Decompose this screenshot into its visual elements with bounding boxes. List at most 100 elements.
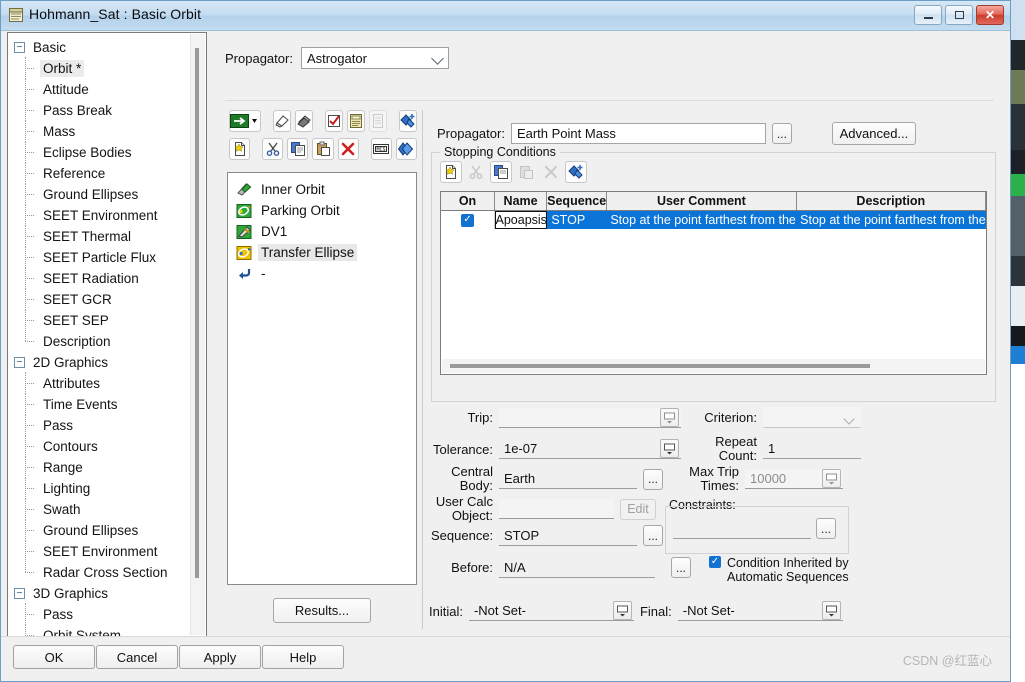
delete-button[interactable] (337, 138, 359, 160)
sidebar-item-seet-environment[interactable]: SEET Environment (14, 204, 206, 226)
mcs-options-button[interactable]: MCS (370, 138, 392, 160)
final-spinner[interactable] (821, 601, 841, 620)
column-header-name[interactable]: Name (495, 192, 548, 210)
cell-user-comment[interactable]: Stop at the point farthest from the orig… (606, 211, 797, 229)
cell-name[interactable]: Apoapsis (495, 211, 548, 229)
sidebar-item-2d-radar-cross-section[interactable]: Radar Cross Section (14, 561, 206, 583)
maximize-button[interactable] (945, 5, 973, 25)
max-trip-times-spinner[interactable] (822, 469, 841, 488)
max-trip-times-field[interactable]: 10000 (745, 469, 843, 489)
list-item[interactable]: - (236, 263, 416, 284)
trip-spinner[interactable] (660, 407, 679, 427)
run-mcs-button[interactable] (229, 110, 261, 132)
results-button[interactable]: Results... (273, 598, 371, 623)
tree-scrollbar-thumb[interactable] (195, 48, 199, 578)
condition-inherited-checkbox[interactable]: ✓ (709, 556, 721, 568)
apply-segment-button[interactable] (395, 138, 417, 160)
column-header-user-comment[interactable]: User Comment (607, 192, 797, 210)
trip-field[interactable] (499, 407, 681, 428)
grid-horizontal-scrollbar[interactable] (442, 359, 985, 373)
collapse-icon[interactable]: − (14, 357, 25, 368)
tree-group-3d-graphics[interactable]: − 3D Graphics (14, 583, 206, 604)
cell-on[interactable]: ✓ (441, 211, 496, 229)
help-button[interactable]: Help (262, 645, 344, 669)
tolerance-spinner[interactable] (660, 439, 679, 458)
sidebar-item-2d-range[interactable]: Range (14, 456, 206, 478)
copy-condition-button[interactable] (490, 161, 512, 183)
sidebar-item-seet-sep[interactable]: SEET SEP (14, 309, 206, 331)
cut-condition-button[interactable] (465, 161, 487, 183)
sidebar-item-pass-break[interactable]: Pass Break (14, 99, 206, 121)
table-row[interactable]: ✓ Apoapsis STOP Stop at the point farthe… (441, 211, 986, 229)
sidebar-item-seet-radiation[interactable]: SEET Radiation (14, 267, 206, 289)
delete-condition-button[interactable] (540, 161, 562, 183)
sidebar-item-seet-particle-flux[interactable]: SEET Particle Flux (14, 246, 206, 268)
ok-button[interactable]: OK (13, 645, 95, 669)
before-browse-button[interactable]: ... (671, 557, 691, 578)
sidebar-item-reference[interactable]: Reference (14, 162, 206, 184)
paste-condition-button[interactable] (515, 161, 537, 183)
minimize-button[interactable] (914, 5, 942, 25)
grid-scrollbar-thumb[interactable] (450, 364, 870, 368)
sidebar-item-description[interactable]: Description (14, 330, 206, 352)
sidebar-item-2d-contours[interactable]: Contours (14, 435, 206, 457)
new-segment-button[interactable] (229, 138, 251, 160)
user-calc-object-edit-button[interactable]: Edit (620, 498, 656, 520)
paste-button[interactable] (312, 138, 334, 160)
sidebar-item-2d-swath[interactable]: Swath (14, 498, 206, 520)
collapse-icon[interactable]: − (14, 588, 25, 599)
final-field[interactable]: -Not Set- (677, 601, 843, 621)
sidebar-item-attitude[interactable]: Attitude (14, 78, 206, 100)
propagator-combo[interactable]: Astrogator (300, 47, 449, 69)
new-condition-button[interactable] (440, 161, 462, 183)
sidebar-item-2d-pass[interactable]: Pass (14, 414, 206, 436)
initial-spinner[interactable] (612, 601, 632, 620)
detail-propagator-field[interactable]: Earth Point Mass (510, 123, 766, 144)
insert-segment-button[interactable] (399, 110, 417, 132)
user-calc-object-field[interactable] (499, 499, 614, 519)
tree-group-2d-graphics[interactable]: − 2D Graphics (14, 352, 206, 373)
report-button[interactable] (369, 110, 387, 132)
tolerance-field[interactable]: 1e-07 (499, 439, 681, 459)
sidebar-item-2d-ground-ellipses[interactable]: Ground Ellipses (14, 519, 206, 541)
tree-scrollbar[interactable] (190, 34, 205, 635)
constraints-field[interactable] (673, 519, 811, 539)
copy-button[interactable] (287, 138, 309, 160)
sidebar-item-seet-gcr[interactable]: SEET GCR (14, 288, 206, 310)
sidebar-item-2d-attributes[interactable]: Attributes (14, 372, 206, 394)
sidebar-item-2d-lighting[interactable]: Lighting (14, 477, 206, 499)
clear-all-button[interactable] (295, 110, 313, 132)
constraints-browse-button[interactable]: ... (816, 518, 836, 539)
apply-button[interactable]: Apply (179, 645, 261, 669)
criterion-combo[interactable] (763, 407, 861, 428)
condition-inherited-row[interactable]: ✓ Condition Inherited by Automatic Seque… (709, 556, 849, 584)
list-item[interactable]: Parking Orbit (236, 200, 416, 221)
advanced-button[interactable]: Advanced... (831, 122, 916, 145)
column-header-sequence[interactable]: Sequence (547, 192, 608, 210)
central-body-browse-button[interactable]: ... (643, 468, 663, 490)
sidebar-item-eclipse-bodies[interactable]: Eclipse Bodies (14, 141, 206, 163)
sequence-browse-button[interactable]: ... (643, 525, 663, 546)
column-header-on[interactable]: On (441, 192, 496, 210)
pane-splitter[interactable] (209, 32, 217, 637)
sidebar-item-orbit[interactable]: Orbit * (14, 57, 206, 79)
list-item[interactable]: Transfer Ellipse (236, 242, 416, 263)
cancel-button[interactable]: Cancel (96, 645, 178, 669)
row-enabled-checkbox[interactable]: ✓ (461, 213, 475, 227)
initial-field[interactable]: -Not Set- (468, 601, 634, 621)
sidebar-item-2d-seet-environment[interactable]: SEET Environment (14, 540, 206, 562)
summary-button[interactable] (347, 110, 365, 132)
cell-description[interactable]: Stop at the point farthest from the orig (796, 211, 986, 229)
list-item[interactable]: Inner Orbit (236, 179, 416, 200)
toggle-enable-button[interactable] (325, 110, 343, 132)
sequence-field[interactable]: STOP (499, 526, 637, 546)
sidebar-item-mass[interactable]: Mass (14, 120, 206, 142)
before-field[interactable]: N/A (499, 558, 655, 578)
repeat-count-field[interactable]: 1 (763, 439, 861, 459)
close-button[interactable]: ✕ (976, 5, 1004, 25)
sidebar-item-3d-pass[interactable]: Pass (14, 603, 206, 625)
add-condition-button[interactable] (565, 161, 587, 183)
sidebar-item-ground-ellipses[interactable]: Ground Ellipses (14, 183, 206, 205)
column-header-description[interactable]: Description (797, 192, 986, 210)
mcs-segment-list[interactable]: Inner Orbit Parking Orbit DV1 Transfer E… (227, 172, 417, 585)
